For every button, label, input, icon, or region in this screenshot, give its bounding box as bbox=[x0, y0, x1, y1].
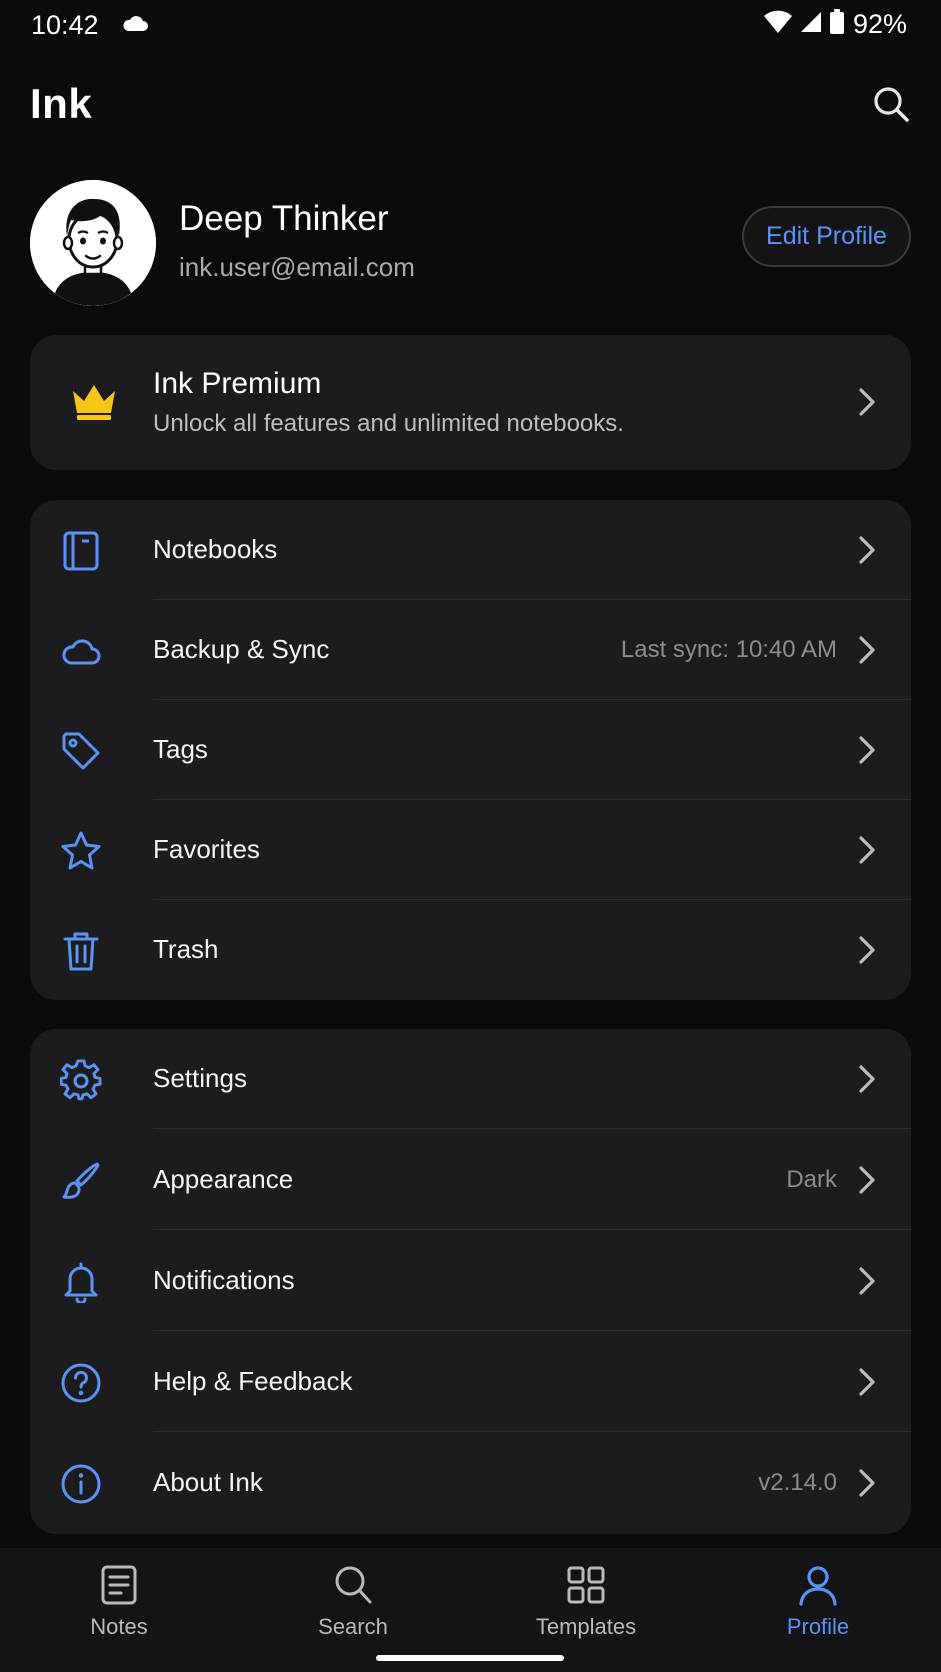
divider bbox=[153, 1128, 911, 1129]
notes-icon bbox=[101, 1565, 137, 1605]
menu-item-favorites[interactable]: Favorites bbox=[30, 800, 911, 900]
chevron-right-icon bbox=[857, 1367, 877, 1397]
divider bbox=[153, 1431, 911, 1432]
premium-subtitle: Unlock all features and unlimited notebo… bbox=[153, 410, 624, 437]
menu-label: Trash bbox=[153, 934, 219, 964]
battery-percent: 92% bbox=[852, 9, 907, 39]
premium-title: Ink Premium bbox=[153, 367, 322, 400]
help-icon bbox=[60, 1362, 102, 1404]
battery-icon bbox=[829, 9, 845, 40]
brush-icon bbox=[60, 1160, 102, 1202]
person-icon bbox=[799, 1566, 837, 1606]
nav-search[interactable]: Search bbox=[273, 1564, 433, 1654]
profile-email: ink.user@email.com bbox=[179, 252, 415, 282]
home-indicator[interactable] bbox=[376, 1655, 564, 1661]
menu-label: Notebooks bbox=[153, 534, 278, 564]
signal-icon bbox=[799, 10, 823, 39]
chevron-right-icon bbox=[857, 935, 877, 965]
chevron-right-icon bbox=[857, 635, 877, 665]
menu-label: Settings bbox=[153, 1063, 247, 1093]
nav-notes[interactable]: Notes bbox=[39, 1564, 199, 1654]
chevron-right-icon bbox=[857, 1064, 877, 1094]
status-icons: 92% bbox=[763, 9, 907, 40]
chevron-right-icon bbox=[857, 1165, 877, 1195]
nav-label: Notes bbox=[90, 1614, 148, 1639]
version-value: v2.14.0 bbox=[758, 1469, 837, 1496]
chevron-right-icon bbox=[857, 1468, 877, 1498]
chevron-right-icon bbox=[857, 735, 877, 765]
profile-name: Deep Thinker bbox=[179, 199, 389, 238]
divider bbox=[153, 1229, 911, 1230]
chevron-right-icon bbox=[857, 835, 877, 865]
menu-item-trash[interactable]: Trash bbox=[30, 900, 911, 1000]
status-time: 10:42 bbox=[31, 10, 99, 40]
search-icon bbox=[335, 1566, 372, 1604]
edit-profile-button[interactable]: Edit Profile bbox=[742, 206, 911, 267]
menu-item-backup-sync[interactable]: Backup & Sync Last sync: 10:40 AM bbox=[30, 600, 911, 700]
avatar[interactable] bbox=[30, 180, 156, 306]
menu-label: Backup & Sync bbox=[153, 634, 330, 664]
theme-value: Dark bbox=[786, 1166, 837, 1193]
menu-item-notebooks[interactable]: Notebooks bbox=[30, 500, 911, 600]
menu-item-settings[interactable]: Settings bbox=[30, 1029, 911, 1129]
trash-icon bbox=[60, 930, 102, 972]
menu-label: Appearance bbox=[153, 1164, 294, 1194]
premium-card[interactable]: Ink Premium Unlock all features and unli… bbox=[30, 335, 911, 470]
nav-templates[interactable]: Templates bbox=[506, 1564, 666, 1654]
cloud-status-icon bbox=[121, 13, 149, 38]
menu-label: About Ink bbox=[153, 1467, 263, 1497]
wifi-icon bbox=[763, 9, 793, 40]
menu-item-tags[interactable]: Tags bbox=[30, 700, 911, 800]
menu-item-appearance[interactable]: Appearance Dark bbox=[30, 1130, 911, 1230]
tag-icon bbox=[60, 730, 102, 772]
last-sync-value: Last sync: 10:40 AM bbox=[620, 636, 837, 663]
chevron-right-icon bbox=[857, 387, 877, 417]
menu-label: Help & Feedback bbox=[153, 1366, 353, 1396]
star-icon bbox=[60, 830, 102, 872]
bell-icon bbox=[60, 1261, 102, 1305]
nav-label: Profile bbox=[786, 1614, 850, 1639]
nav-label: Templates bbox=[535, 1614, 637, 1639]
crown-icon bbox=[70, 381, 118, 426]
menu-item-notifications[interactable]: Notifications bbox=[30, 1231, 911, 1331]
gear-icon bbox=[59, 1059, 102, 1101]
notebook-icon bbox=[60, 530, 102, 572]
chevron-right-icon bbox=[857, 1266, 877, 1296]
cloud-icon bbox=[60, 630, 102, 672]
status-bar: 10:42 92% bbox=[0, 0, 941, 50]
library-menu: Notebooks Backup & Sync Last sync: 10:40… bbox=[30, 500, 911, 1000]
menu-item-about[interactable]: About Ink v2.14.0 bbox=[30, 1433, 911, 1533]
divider bbox=[153, 1330, 911, 1331]
menu-label: Tags bbox=[153, 734, 208, 764]
nav-profile[interactable]: Profile bbox=[738, 1564, 898, 1654]
menu-label: Favorites bbox=[153, 834, 260, 864]
nav-label: Search bbox=[318, 1614, 388, 1639]
menu-item-help-feedback[interactable]: Help & Feedback bbox=[30, 1332, 911, 1432]
menu-label: Notifications bbox=[153, 1265, 295, 1295]
app-title: Ink bbox=[30, 80, 93, 127]
bottom-navigation: Notes Search Templates Profile bbox=[0, 1548, 941, 1672]
search-icon[interactable] bbox=[871, 84, 911, 124]
info-icon bbox=[60, 1463, 102, 1505]
chevron-right-icon bbox=[857, 535, 877, 565]
settings-menu: Settings Appearance Dark Notifications H… bbox=[30, 1029, 911, 1534]
grid-icon bbox=[567, 1566, 605, 1604]
